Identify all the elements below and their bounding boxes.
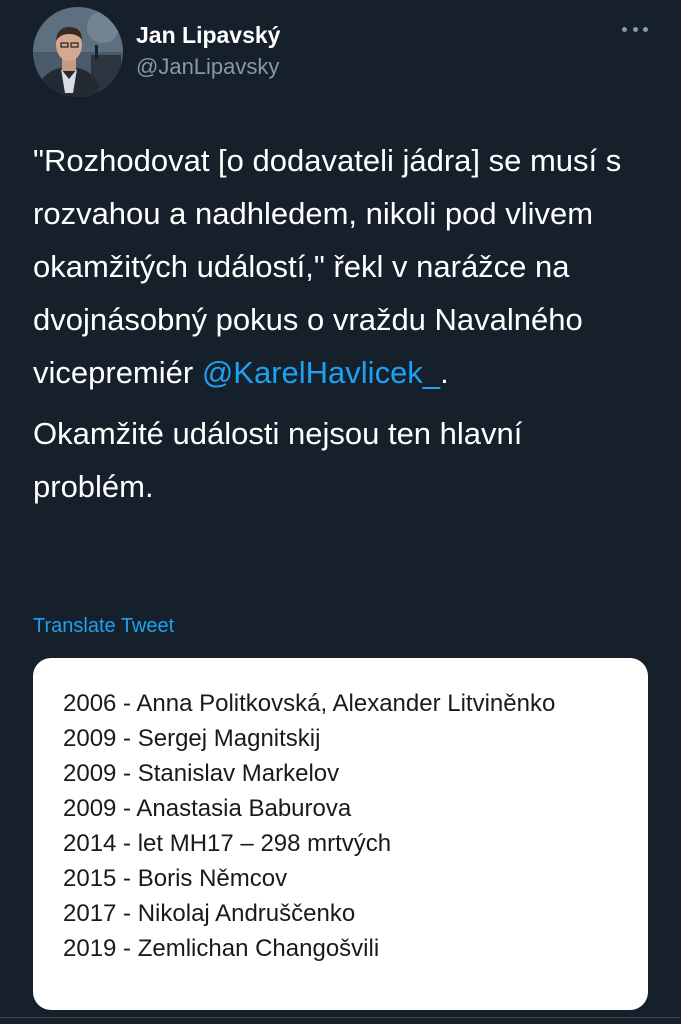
- more-dot: [622, 26, 627, 32]
- tweet-paragraph: "Rozhodovat [o dodavateli jádra] se musí…: [33, 134, 648, 399]
- image-text-line: 2006 - Anna Politkovská, Alexander Litvi…: [63, 690, 556, 717]
- tweet: Jan Lipavský @JanLipavsky "Rozhodovat [o…: [0, 0, 681, 1024]
- more-dot: [632, 26, 638, 32]
- more-options-icon[interactable]: [622, 23, 648, 35]
- image-text-line: 2009 - Anastasia Baburova: [63, 795, 352, 822]
- tweet-text: "Rozhodovat [o dodavateli jádra] se musí…: [33, 134, 648, 513]
- author-handle[interactable]: @JanLipavsky: [136, 53, 280, 81]
- image-text-list: 2006 - Anna Politkovská, Alexander Litvi…: [63, 686, 555, 966]
- tweet-quote-text: "Rozhodovat [o dodavateli jádra] se musí…: [33, 143, 622, 390]
- translate-tweet-link[interactable]: Translate Tweet: [33, 613, 174, 639]
- image-text-line: 2009 - Stanislav Markelov: [63, 760, 340, 787]
- image-text-line: 2009 - Sergej Magnitskij: [63, 725, 321, 752]
- avatar[interactable]: [33, 7, 123, 97]
- author-names: Jan Lipavský @JanLipavsky: [136, 21, 280, 81]
- author-display-name[interactable]: Jan Lipavský: [136, 21, 280, 49]
- divider: [0, 1017, 681, 1018]
- image-text-line: 2017 - Nikolaj Andruščenko: [63, 900, 356, 927]
- avatar-image: [33, 7, 123, 97]
- tweet-header: Jan Lipavský @JanLipavsky: [33, 7, 648, 97]
- attached-image[interactable]: 2006 - Anna Politkovská, Alexander Litvi…: [33, 658, 648, 1010]
- mention-link[interactable]: @KarelHavlicek_: [202, 355, 440, 390]
- tweet-punctuation: .: [440, 355, 449, 390]
- image-text-line: 2019 - Zemlichan Changošvili: [63, 935, 380, 962]
- image-text-line: 2015 - Boris Němcov: [63, 865, 288, 892]
- tweet-paragraph: Okamžité události nejsou ten hlavní prob…: [33, 416, 523, 504]
- image-text-line: 2014 - let MH17 – 298 mrtvých: [63, 830, 392, 857]
- more-dot: [643, 26, 648, 32]
